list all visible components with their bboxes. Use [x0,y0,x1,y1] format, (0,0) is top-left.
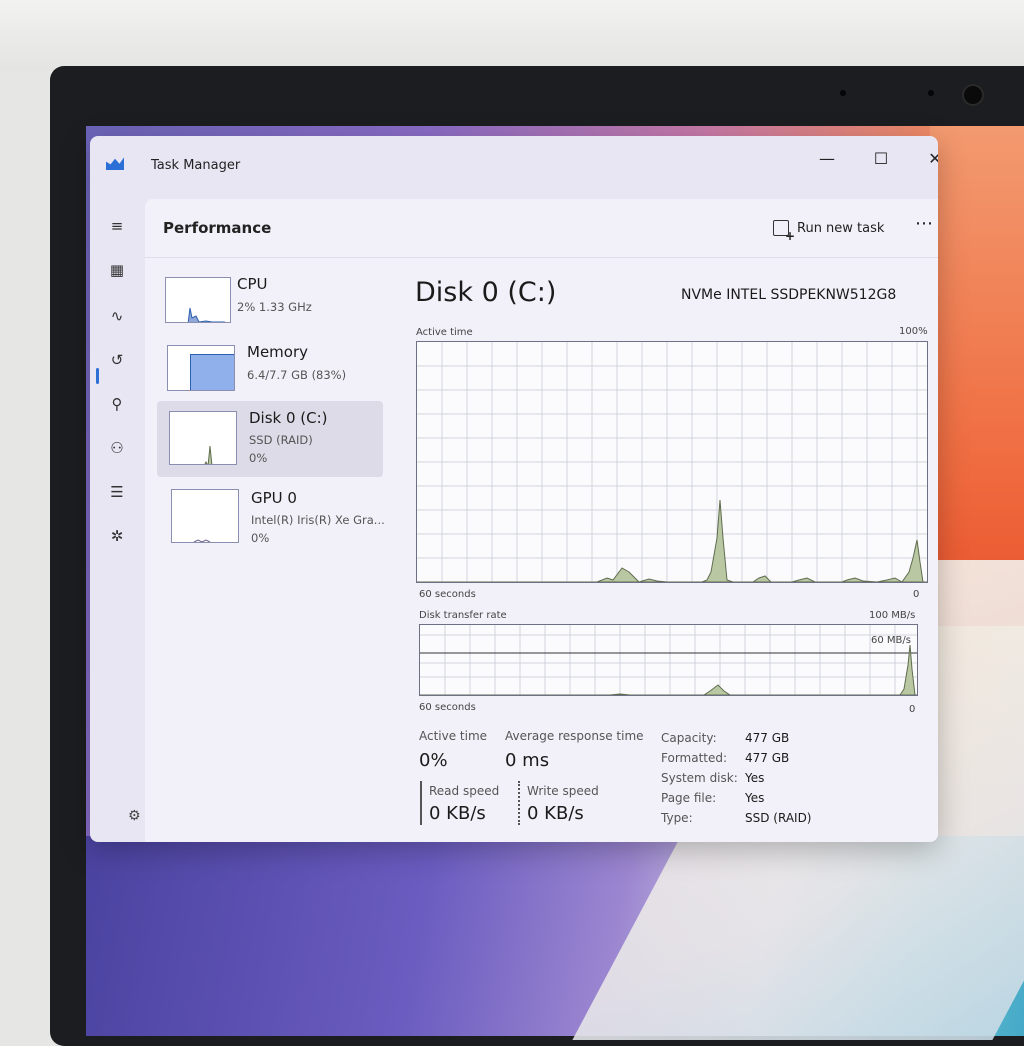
webcam-icon [962,84,984,106]
graph2-time-left: 60 seconds [419,702,476,713]
active-time-stat-label: Active time [419,729,488,743]
prop-value: Yes [745,791,765,805]
active-time-max: 100% [899,326,928,337]
cpu-mini-graph [187,307,227,322]
write-speed-value: 0 KB/s [527,803,584,824]
transfer-rate-svg [420,625,917,695]
window-title: Task Manager [151,158,241,173]
prop-key: Formatted: [661,751,728,765]
transfer-line-label: 60 MB/s [871,635,911,646]
grid [417,342,927,582]
page-title: Performance [163,219,272,237]
minimize-button[interactable]: — [804,144,850,174]
device-name: Disk 0 (C:) [249,409,328,427]
device-name: Memory [247,343,309,361]
graph1-time-right: 0 [913,589,920,600]
active-time-graph [416,341,928,583]
device-memory[interactable]: Memory 6.4/7.7 GB (83%) [157,337,383,409]
avg-response-value: 0 ms [505,750,550,771]
new-task-icon [773,220,795,243]
performance-icon[interactable]: ∿ [103,302,131,330]
device-name: GPU 0 [251,489,297,507]
transfer-rate-label: Disk transfer rate [419,610,507,621]
prop-value: 477 GB [745,731,790,745]
prop-value: Yes [745,771,765,785]
transfer-rate-graph [419,624,918,696]
device-stat: SSD (RAID) [249,433,313,447]
active-time-svg [417,342,927,582]
performance-content: Performance Run new task ⋯ CPU 2% 1.33 G… [145,199,938,842]
device-cpu[interactable]: CPU 2% 1.33 GHz [157,269,383,341]
task-manager-app-icon [106,157,124,170]
device-stat-2: 0% [249,451,268,465]
graph1-time-left: 60 seconds [419,589,476,600]
device-gpu0[interactable]: GPU 0 Intel(R) Iris(R) Xe Gra... 0% [157,483,385,555]
disk-thumbnail-graph [169,411,237,465]
prop-value: 477 GB [745,751,790,765]
title-bar[interactable]: Task Manager — ☐ ✕ [90,136,938,198]
page-header: Performance Run new task ⋯ [145,199,938,258]
active-time-series [417,499,927,582]
processes-icon[interactable]: ▦ [103,256,131,284]
device-stat: Intel(R) Iris(R) Xe Gra... [251,513,385,527]
wallpaper-orange-band [930,126,1024,626]
services-icon[interactable]: ✲ [103,522,131,550]
device-stat-2: 0% [251,531,270,545]
hamburger-menu-icon[interactable]: ≡ [103,212,131,240]
grid [420,625,917,695]
gpu-thumbnail-graph [171,489,239,543]
gpu-mini-graph [193,539,211,542]
disk-model: NVMe INTEL SSDPEKNW512G8 [681,287,897,303]
startup-apps-icon[interactable]: ⚲ [103,390,131,418]
disk-title: Disk 0 (C:) [415,277,557,308]
background-wall [0,0,1024,70]
device-name: CPU [237,275,268,293]
device-disk0[interactable]: Disk 0 (C:) SSD (RAID) 0% [157,401,383,477]
memory-thumbnail-graph [167,345,235,391]
transfer-rate-max: 100 MB/s [869,610,916,621]
graph2-time-right: 0 [909,704,916,715]
settings-gear-icon[interactable]: ⚙ [128,808,141,824]
run-new-task-button[interactable]: Run new task [773,216,885,243]
disk-mini-graph [204,445,213,464]
camera-sensor-icon [840,90,846,96]
close-button[interactable]: ✕ [912,144,938,174]
run-new-task-label: Run new task [797,220,885,236]
memory-fill [190,354,234,390]
active-time-stat-value: 0% [419,750,448,771]
read-speed-marker [420,781,422,825]
nav-rail: ≡ ▦ ∿ ↺ ⚲ ⚇ ☰ ✲ ⚙ [90,198,144,842]
prop-value: SSD (RAID) [745,811,812,825]
users-icon[interactable]: ⚇ [103,434,131,462]
more-options-button[interactable]: ⋯ [915,213,934,234]
prop-key: Type: [661,811,693,825]
prop-key: Capacity: [661,731,717,745]
write-speed-label: Write speed [527,784,599,798]
camera-sensor-icon [928,90,934,96]
maximize-button[interactable]: ☐ [858,144,904,174]
task-manager-window: Task Manager — ☐ ✕ ≡ ▦ ∿ ↺ ⚲ ⚇ ☰ ✲ ⚙ Per… [90,136,938,842]
active-time-label: Active time [416,327,473,338]
read-speed-value: 0 KB/s [429,803,486,824]
cpu-thumbnail-graph [165,277,231,323]
write-speed-marker [518,781,520,825]
device-stat: 2% 1.33 GHz [237,300,312,314]
device-stat: 6.4/7.7 GB (83%) [247,368,347,382]
active-indicator [96,368,99,384]
details-icon[interactable]: ☰ [103,478,131,506]
prop-key: Page file: [661,791,717,805]
app-history-icon[interactable]: ↺ [103,346,131,374]
avg-response-label: Average response time [505,729,644,743]
prop-key: System disk: [661,771,738,785]
read-speed-label: Read speed [429,784,500,798]
